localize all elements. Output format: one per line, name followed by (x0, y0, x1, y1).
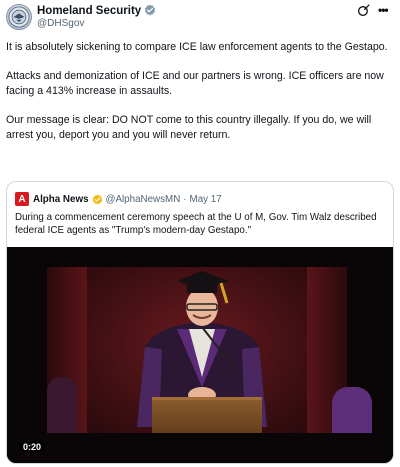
dhs-seal-icon[interactable] (6, 4, 32, 30)
post-paragraph: Our message is clear: DO NOT come to thi… (6, 114, 372, 141)
video-timestamp: 0:20 (19, 441, 46, 453)
more-options-icon[interactable]: ••• (378, 3, 389, 17)
post-card[interactable]: Homeland Security @DHSgov ••• It is abso… (0, 0, 400, 467)
alpha-news-logo-icon[interactable]: A (15, 192, 29, 206)
video-floor (7, 433, 393, 463)
quoted-author-handle[interactable]: @AlphaNewsMN (106, 194, 181, 205)
post-paragraph: Attacks and demonization of ICE and our … (6, 70, 384, 97)
video-frame-figure (47, 377, 77, 437)
quoted-post-text: During a commencement ceremony speech at… (15, 212, 377, 236)
separator: · (183, 193, 187, 205)
quoted-post[interactable]: A Alpha News @AlphaNewsMN · May 17 Durin… (6, 181, 394, 464)
gold-verified-badge-icon (92, 193, 102, 205)
author-name-text[interactable]: Homeland Security (37, 5, 141, 17)
quoted-post-header: A Alpha News @AlphaNewsMN · May 17 (15, 192, 222, 206)
quoted-author-name[interactable]: Alpha News (33, 194, 89, 205)
grok-icon[interactable] (357, 4, 370, 17)
podium (152, 397, 262, 437)
post-text: It is absolutely sickening to compare IC… (6, 40, 396, 157)
quoted-post-date[interactable]: May 17 (190, 194, 222, 205)
verified-badge-icon (145, 4, 156, 16)
author-name[interactable]: Homeland Security (37, 4, 156, 17)
video-player[interactable]: 0:20 (7, 247, 393, 463)
author-handle[interactable]: @DHSgov (37, 18, 84, 29)
post-paragraph: It is absolutely sickening to compare IC… (6, 41, 388, 53)
video-frame-figure (332, 387, 372, 437)
